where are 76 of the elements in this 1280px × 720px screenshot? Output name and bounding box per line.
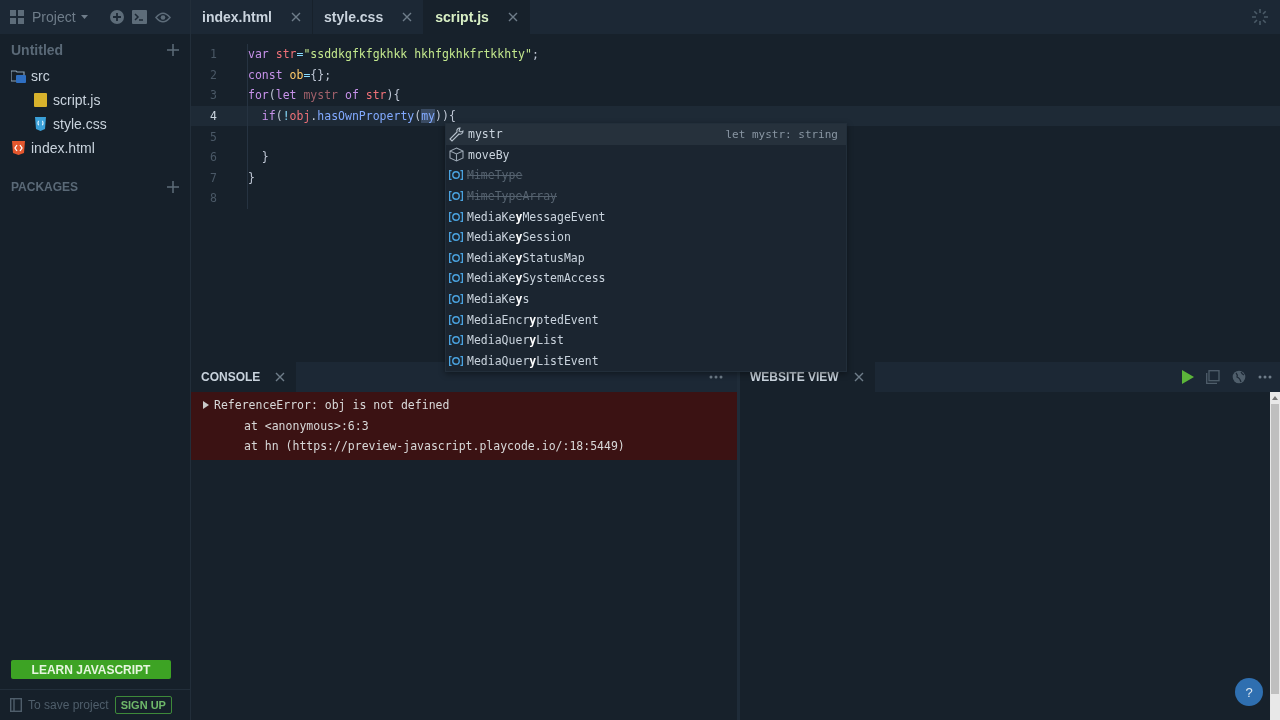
- more-icon[interactable]: [1258, 375, 1272, 379]
- suggestion-item[interactable]: MediaKeySystemAccess: [446, 268, 846, 289]
- terminal-icon[interactable]: [131, 10, 147, 24]
- console-tab[interactable]: CONSOLE: [191, 362, 297, 392]
- close-icon[interactable]: [852, 371, 865, 383]
- code-line: const ob={};: [248, 67, 332, 82]
- line-number: 3: [209, 88, 217, 103]
- project-menu[interactable]: Project: [32, 9, 88, 25]
- suggestion-item[interactable]: MediaEncryptedEvent: [446, 309, 846, 330]
- scroll-up-icon[interactable]: [1272, 396, 1278, 400]
- class-icon: [449, 232, 463, 243]
- copy-icon[interactable]: [1206, 370, 1220, 384]
- loading-icon: [1252, 9, 1268, 25]
- line-number: 6: [209, 150, 217, 165]
- file-item[interactable]: index.html: [31, 140, 95, 156]
- line-number: 5: [209, 129, 217, 144]
- add-icon[interactable]: [167, 181, 179, 193]
- caret-icon: [80, 15, 88, 19]
- error-message: ReferenceError: obj is not defined: [214, 398, 450, 413]
- class-icon: [449, 170, 463, 181]
- js-file-icon: [33, 93, 48, 107]
- expand-triangle-icon[interactable]: [203, 401, 209, 410]
- suggestion-item[interactable]: MediaKeys: [446, 288, 846, 310]
- panel-icon[interactable]: [10, 698, 22, 712]
- class-icon: [449, 191, 463, 202]
- line-number: 2: [209, 67, 217, 82]
- close-icon[interactable]: [274, 371, 287, 383]
- play-icon[interactable]: [1182, 370, 1194, 384]
- more-icon[interactable]: [709, 375, 723, 379]
- class-icon: [449, 252, 463, 263]
- suggestion-item[interactable]: mystr let mystr: string: [446, 124, 846, 145]
- html-file-icon: [11, 141, 26, 155]
- code-line: }: [248, 170, 255, 185]
- scrollbar[interactable]: [1270, 392, 1280, 720]
- close-icon[interactable]: [290, 11, 302, 23]
- close-icon[interactable]: [506, 11, 519, 23]
- line-number: 8: [209, 191, 217, 206]
- suggestion-detail: let mystr: string: [725, 127, 838, 141]
- class-icon: [449, 273, 463, 284]
- section-heading: PACKAGES: [11, 180, 79, 194]
- file-item[interactable]: script.js: [53, 92, 101, 108]
- project-name: Untitled: [11, 42, 64, 58]
- add-icon[interactable]: [167, 44, 179, 56]
- wrench-icon: [449, 126, 464, 142]
- suggestion-item[interactable]: MediaQueryList: [446, 329, 846, 351]
- globe-icon[interactable]: [1232, 370, 1246, 384]
- class-icon: [449, 314, 463, 325]
- class-icon: [449, 294, 463, 305]
- line-number: 7: [209, 170, 217, 185]
- suggestion-item[interactable]: moveBy: [446, 144, 846, 166]
- code-line: var str="ssddkgfkfgkhkk hkhfgkhkfrtkkhty";: [248, 47, 539, 62]
- class-icon: [449, 211, 463, 222]
- line-number: 1: [209, 47, 217, 62]
- folder-item[interactable]: src: [31, 68, 50, 84]
- class-icon: [449, 335, 463, 346]
- cube-icon: [449, 147, 464, 163]
- line-number: 4: [209, 109, 217, 124]
- file-item[interactable]: style.css: [53, 116, 107, 132]
- code-line: for(let mystr of str){: [248, 88, 401, 103]
- stack-trace-line: at hn (https://preview-javascript.playcode.io/:18:5449): [243, 438, 626, 456]
- close-icon[interactable]: [401, 11, 414, 23]
- class-icon: [449, 355, 463, 366]
- file-tab[interactable]: script.js: [424, 0, 530, 34]
- stack-trace-line: at <anonymous>:6:3: [243, 417, 370, 435]
- suggestion-item[interactable]: MediaKeyMessageEvent: [446, 206, 846, 227]
- css-file-icon: [33, 117, 48, 131]
- suggestion-item[interactable]: MediaKeyStatusMap: [446, 247, 846, 269]
- save-hint: To save project: [28, 698, 109, 712]
- add-icon[interactable]: [109, 10, 124, 24]
- help-button[interactable]: ?: [1235, 678, 1263, 706]
- eye-icon[interactable]: [154, 11, 171, 23]
- grid-icon[interactable]: [10, 10, 24, 24]
- suggestion-item[interactable]: MediaKeySession: [446, 226, 846, 248]
- code-line: if(!obj.hasOwnProperty(my)){: [260, 109, 456, 124]
- signup-button[interactable]: SIGN UP: [114, 696, 172, 714]
- code-line: }: [260, 150, 269, 165]
